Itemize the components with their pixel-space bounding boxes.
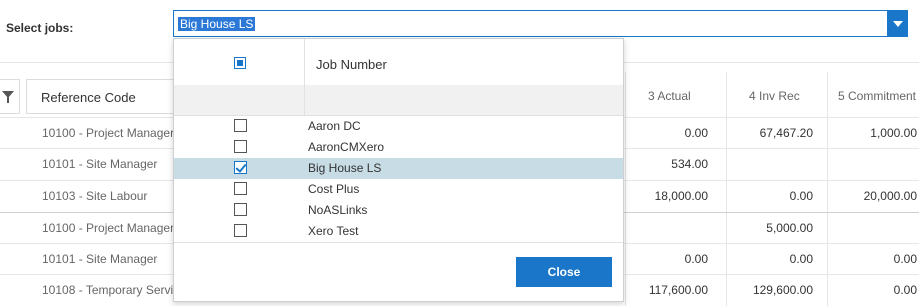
column-header-5-commitment[interactable]: 5 Commitment [838, 79, 916, 114]
actual-cell: 0.00 [684, 252, 708, 266]
commitment-cell: 20,000.00 [863, 189, 917, 203]
inv-rec-cell: 67,467.20 [759, 126, 813, 140]
job-option[interactable]: Cost Plus [174, 179, 623, 200]
job-select-input[interactable]: Big House LS [173, 10, 908, 37]
reference-cell: 10101 - Site Manager [42, 157, 158, 171]
select-all-checkbox[interactable] [234, 57, 246, 69]
dropdown-filter-row[interactable] [174, 85, 623, 116]
commitment-cell: 1,000.00 [870, 126, 917, 140]
job-option-label: NoASLinks [308, 203, 368, 217]
job-checkbox-checked[interactable] [234, 161, 247, 174]
actual-cell: 117,600.00 [648, 283, 708, 297]
actual-cell: 0.00 [684, 126, 708, 140]
job-checkbox[interactable] [234, 224, 247, 237]
inv-rec-cell: 129,600.00 [752, 283, 813, 297]
actual-cell: 534.00 [671, 157, 708, 171]
inv-rec-cell: 5,000.00 [766, 221, 813, 235]
commitment-cell: 0.00 [893, 283, 917, 297]
job-option-label: Cost Plus [308, 182, 360, 196]
job-option-selected[interactable]: Big House LS [174, 158, 623, 179]
column-header-3-actual[interactable]: 3 Actual [648, 79, 691, 114]
job-option[interactable]: Xero Test [174, 221, 623, 242]
job-option-label: Aaron DC [308, 119, 361, 133]
reference-cell: 10100 - Project Manager [42, 126, 175, 140]
reference-cell: 10100 - Project Manager [42, 221, 175, 235]
dropdown-arrow-icon[interactable] [887, 10, 908, 37]
job-option[interactable]: NoASLinks [174, 200, 623, 221]
job-option-label: AaronCMXero [308, 140, 385, 154]
reference-cell: 10101 - Site Manager [42, 252, 158, 266]
actual-cell: 18,000.00 [654, 189, 708, 203]
job-dropdown-panel: Job Number Aaron DC AaronCMXero Big Hous… [173, 38, 624, 302]
job-checkbox[interactable] [234, 119, 247, 132]
job-select-value[interactable]: Big House LS [178, 17, 256, 31]
dropdown-header: Job Number [174, 39, 623, 86]
dropdown-footer-divider [174, 242, 623, 243]
reference-cell: 10108 - Temporary Services [42, 283, 176, 297]
inv-rec-cell: 0.00 [789, 189, 813, 203]
job-option-label: Xero Test [308, 224, 359, 238]
close-button[interactable]: Close [516, 257, 612, 287]
job-option[interactable]: Aaron DC [174, 116, 623, 137]
filter-icon[interactable] [0, 79, 20, 114]
job-option[interactable]: AaronCMXero [174, 137, 623, 158]
job-number-header[interactable]: Job Number [316, 57, 387, 72]
column-header-4-inv-rec[interactable]: 4 Inv Rec [749, 79, 800, 114]
job-option-label: Big House LS [308, 161, 382, 175]
job-checkbox[interactable] [234, 140, 247, 153]
column-divider [304, 39, 305, 115]
select-jobs-label: Select jobs: [6, 21, 74, 35]
reference-code-header[interactable]: Reference Code [26, 79, 176, 114]
job-checkbox[interactable] [234, 203, 247, 216]
job-checkbox[interactable] [234, 182, 247, 195]
commitment-cell: 0.00 [893, 252, 917, 266]
reference-cell: 10103 - Site Labour [42, 189, 148, 203]
inv-rec-cell: 0.00 [789, 252, 813, 266]
